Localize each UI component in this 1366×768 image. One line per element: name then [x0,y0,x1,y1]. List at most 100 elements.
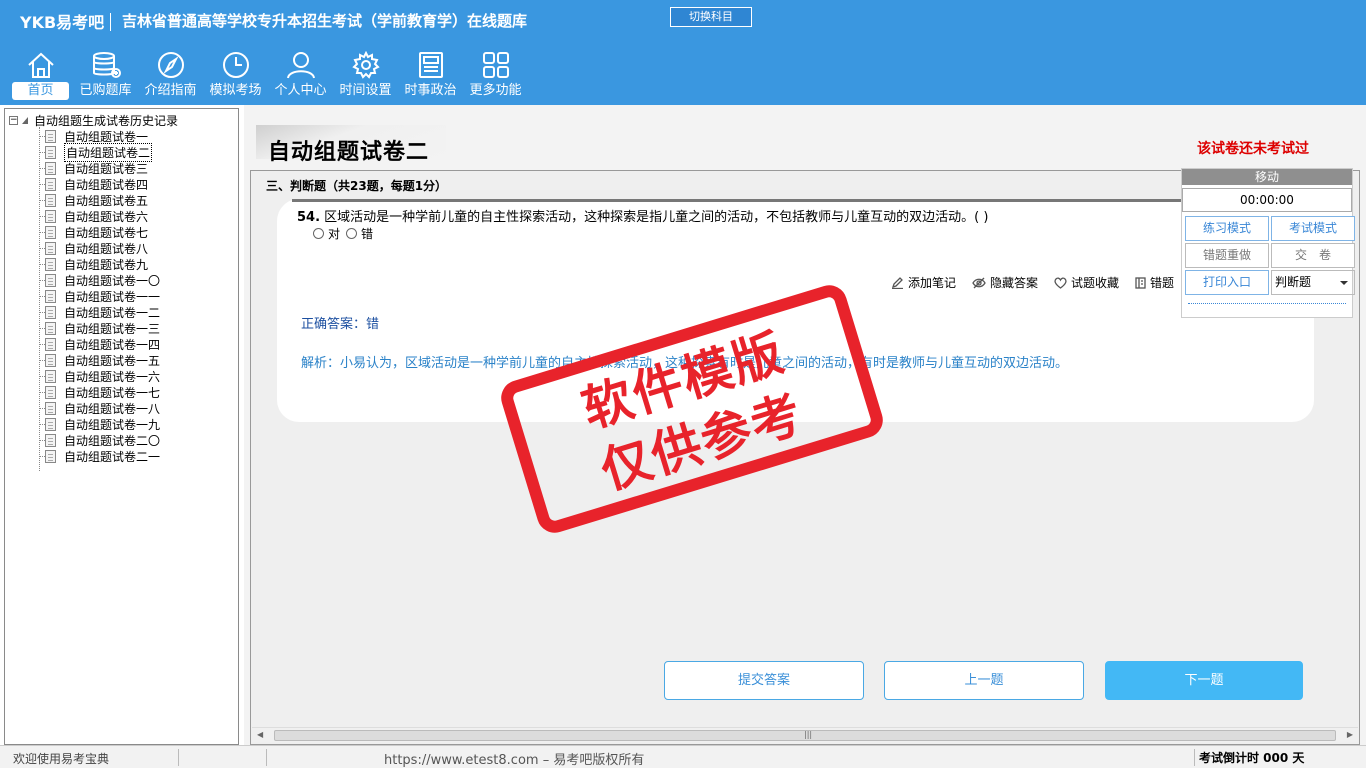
compass-icon [138,48,203,82]
answer-options: 对 错 [313,225,373,242]
document-icon [45,449,56,463]
option-false[interactable]: 错 [346,225,373,242]
document-icon [45,417,56,431]
tree-item-selected[interactable]: 自动组题试卷二 [5,142,238,162]
tree-item[interactable]: 自动组题试卷七 [5,224,238,240]
previous-question-button[interactable]: 上一题 [884,661,1084,700]
document-icon [45,225,56,239]
nav-guide[interactable]: 介绍指南 [138,48,203,104]
nav-more-features[interactable]: 更多功能 [463,48,528,104]
question-number: 54. [297,210,321,225]
tree-item[interactable]: 自动组题试卷九 [5,256,238,272]
wrong-book-button[interactable]: 错题 [1135,274,1174,291]
tree-item[interactable]: 自动组题试卷六 [5,208,238,224]
exam-control-panel: 移动 00:00:00 练习模式 考试模式 错题重做 交 卷 打印入口 判断题 [1181,168,1355,318]
newspaper-icon [398,48,463,82]
nav-profile[interactable]: 个人中心 [268,48,333,104]
document-icon [45,193,56,207]
eye-hidden-icon [972,277,986,288]
document-icon [45,177,56,191]
tree-item[interactable]: 自动组题试卷一三 [5,320,238,336]
nav-current-affairs[interactable]: 时事政治 [398,48,463,104]
tree-item[interactable]: 自动组题试卷八 [5,240,238,256]
tree-item[interactable]: 自动组题试卷三 [5,160,238,176]
question-body: 区域活动是一种学前儿童的自主性探索活动，这种探索是指儿童之间的活动，不包括教师与… [324,210,989,225]
home-icon [8,48,73,82]
collapse-toggle-icon[interactable]: − [9,115,18,125]
nav-time-settings[interactable]: 时间设置 [333,48,398,104]
tree-expanded-icon [22,116,28,124]
document-icon [45,337,56,351]
tree-item[interactable]: 自动组题试卷一九 [5,416,238,432]
scroll-right-icon[interactable]: ▶ [1347,730,1353,739]
add-note-button[interactable]: 添加笔记 [891,274,956,291]
tree-item[interactable]: 自动组题试卷二一 [5,448,238,464]
document-icon [45,433,56,447]
tree-item[interactable]: 自动组题试卷一一 [5,288,238,304]
correct-answer: 正确答案：错 [301,317,380,332]
nav-mock-exam[interactable]: 模拟考场 [203,48,268,104]
exam-mode-button[interactable]: 考试模式 [1271,216,1355,241]
heart-icon [1054,276,1067,289]
favorite-button[interactable]: 试题收藏 [1054,274,1119,291]
user-icon [268,48,333,82]
clock-icon [203,48,268,82]
nav-home[interactable]: 首页 [8,48,73,104]
welcome-text: 欢迎使用易考宝典 [13,752,110,766]
document-icon [45,353,56,367]
next-question-button[interactable]: 下一题 [1105,661,1303,700]
exam-countdown: 考试倒计时 000 天 [1199,751,1305,765]
document-icon [45,257,56,271]
print-button[interactable]: 打印入口 [1185,270,1269,295]
switch-subject-button[interactable]: 切换科目 [670,7,752,27]
question-type-select[interactable]: 判断题 [1271,270,1355,295]
document-icon [45,145,56,159]
document-icon [45,289,56,303]
radio-false[interactable] [346,228,358,239]
document-icon [45,305,56,319]
paper-history-tree: − 自动组题生成试卷历史记录 自动组题试卷一 自动组题试卷二 自动组题试卷三 自… [4,108,239,745]
question-text: 54. 区域活动是一种学前儿童的自主性探索活动，这种探索是指儿童之间的活动，不包… [297,206,988,225]
hide-answer-button[interactable]: 隐藏答案 [972,274,1038,291]
option-true[interactable]: 对 [313,225,340,242]
document-icon [45,161,56,175]
submit-answer-button[interactable]: 提交答案 [664,661,864,700]
tree-item[interactable]: 自动组题试卷一四 [5,336,238,352]
tree-root[interactable]: − 自动组题生成试卷历史记录 [5,112,238,128]
submit-paper-button[interactable]: 交 卷 [1271,243,1355,268]
timer-display: 00:00:00 [1182,188,1352,212]
move-handle[interactable]: 移动 [1182,169,1352,185]
nav-purchased-banks[interactable]: 已购题库 [73,48,138,104]
tree-item[interactable]: 自动组题试卷四 [5,176,238,192]
status-divider [178,749,179,766]
app-header: YKB易考吧 吉林省普通高等学校专升本招生考试（学前教育学）在线题库 切换科目 … [0,0,1366,105]
app-title: 吉林省普通高等学校专升本招生考试（学前教育学）在线题库 [122,12,528,30]
notebook-icon [1135,276,1146,289]
tree-item[interactable]: 自动组题试卷一二 [5,304,238,320]
document-icon [45,209,56,223]
panel-scrollbar[interactable] [1188,299,1346,304]
exam-status-text: 该试卷还未考试过 [1197,141,1309,157]
redo-wrong-button[interactable]: 错题重做 [1185,243,1269,268]
document-icon [45,129,56,143]
tree-item[interactable]: 自动组题试卷一五 [5,352,238,368]
document-icon [45,241,56,255]
tree-item[interactable]: 自动组题试卷一〇 [5,272,238,288]
section-title: 三、判断题（共23题，每题1分） [266,179,448,193]
tree-item[interactable]: 自动组题试卷一八 [5,400,238,416]
document-icon [45,401,56,415]
control-buttons: 练习模式 考试模式 错题重做 交 卷 打印入口 判断题 [1182,216,1355,295]
radio-true[interactable] [313,228,324,239]
question-divider [292,199,1182,202]
tree-root-label: 自动组题生成试卷历史记录 [34,113,179,128]
horizontal-scrollbar[interactable]: ◀ ||| ▶ [252,727,1358,742]
tree-item[interactable]: 自动组题试卷二〇 [5,432,238,448]
paper-title: 自动组题试卷二 [268,140,430,165]
practice-mode-button[interactable]: 练习模式 [1185,216,1269,241]
pencil-icon [891,277,903,289]
tree-item[interactable]: 自动组题试卷五 [5,192,238,208]
tree-item[interactable]: 自动组题试卷一七 [5,384,238,400]
tree-item[interactable]: 自动组题试卷一六 [5,368,238,384]
scroll-left-icon[interactable]: ◀ [257,730,263,739]
status-divider [1194,749,1195,766]
